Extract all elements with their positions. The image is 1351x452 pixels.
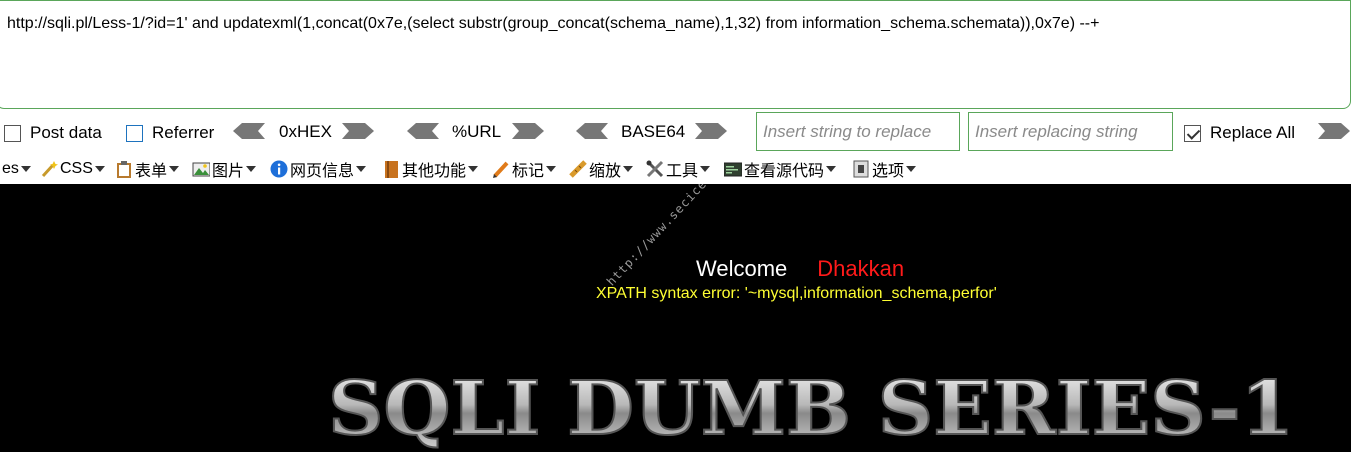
checkbox-icon[interactable] xyxy=(4,124,21,142)
url-textarea[interactable]: http://sqli.pl/Less-1/?id=1' and updatex… xyxy=(0,0,1351,109)
css-label: CSS xyxy=(60,160,93,177)
image-icon xyxy=(192,162,210,177)
title-banner: SQLI DUMB SERIES-1 xyxy=(327,366,1295,452)
clipboard-icon xyxy=(117,161,131,178)
replacing-string-input[interactable]: Insert replacing string xyxy=(968,112,1173,151)
source-code-icon xyxy=(724,162,742,177)
chevron-down-icon xyxy=(700,166,711,172)
images-label: 图片 xyxy=(212,163,245,180)
chevron-down-icon xyxy=(906,166,917,172)
post-data-label: Post data xyxy=(30,123,102,142)
chevron-down-icon xyxy=(468,166,479,172)
referrer-checkbox[interactable]: Referrer xyxy=(126,123,214,143)
replace-string-input[interactable]: Insert string to replace xyxy=(756,112,960,151)
url-encode-arrow-icon[interactable] xyxy=(512,123,544,139)
chevron-down-icon xyxy=(246,166,257,172)
checkbox-icon[interactable] xyxy=(126,124,143,142)
toolbar-view-source-menu[interactable]: 查看源代码 xyxy=(724,158,837,180)
info-icon xyxy=(270,160,288,178)
chevron-down-icon xyxy=(94,166,105,172)
welcome-line: Welcome Dhakkan xyxy=(696,256,904,282)
chevron-down-icon xyxy=(356,166,367,172)
info-label: 网页信息 xyxy=(290,163,355,180)
page-content: http://www.secice Welcome Dhakkan XPATH s… xyxy=(0,184,1351,452)
misc-label: 其他功能 xyxy=(402,163,467,180)
post-data-checkbox[interactable]: Post data xyxy=(4,123,102,143)
referrer-label: Referrer xyxy=(152,123,215,142)
toolbar-misc-menu[interactable]: 其他功能 xyxy=(382,158,479,180)
watermark: http://www.secice xyxy=(604,184,710,289)
url-decode-arrow-icon[interactable] xyxy=(407,123,439,139)
banner-text: SQLI DUMB SERIES-1 xyxy=(328,366,1294,452)
base64-encode-arrow-icon[interactable] xyxy=(695,123,727,139)
view-source-label: 查看源代码 xyxy=(744,163,825,180)
checkbox-checked-icon[interactable] xyxy=(1184,124,1201,142)
pencil-icon xyxy=(493,161,509,178)
toolbar-info-menu[interactable]: 网页信息 xyxy=(270,158,367,180)
toolbar-images-menu[interactable]: 图片 xyxy=(192,158,257,180)
options-icon xyxy=(853,160,869,178)
hex-encode-arrow-icon[interactable] xyxy=(342,123,374,139)
ruler-icon xyxy=(569,160,587,178)
developer-toolbar: es CSS 表单 图片 网页信息 其他功能 标记 缩放 工具 查看源代码 选项 xyxy=(0,154,1351,184)
replace-arrow-icon[interactable] xyxy=(1318,123,1350,139)
chevron-down-icon xyxy=(20,166,31,172)
base64-decode-arrow-icon[interactable] xyxy=(576,123,608,139)
toolbar-resize-menu[interactable]: 缩放 xyxy=(569,158,634,180)
chevron-down-icon xyxy=(169,166,180,172)
chevron-down-icon xyxy=(546,166,557,172)
tools-icon xyxy=(646,160,664,178)
toolbar-options-menu[interactable]: 选项 xyxy=(852,158,917,180)
url-label: %URL xyxy=(452,122,502,141)
toolbar-es-menu[interactable]: es xyxy=(2,158,31,180)
tools-label: 工具 xyxy=(666,163,699,180)
toolbar-tools-menu[interactable]: 工具 xyxy=(646,158,711,180)
replace-all-checkbox[interactable]: Replace All xyxy=(1184,123,1295,143)
welcome-text: Welcome xyxy=(696,256,788,281)
toolbar-forms-menu[interactable]: 表单 xyxy=(115,158,180,180)
outline-label: 标记 xyxy=(512,163,545,180)
hackbar: Post data Referrer 0xHEX %URL BASE64 Ins… xyxy=(0,110,1351,154)
error-message: XPATH syntax error: '~mysql,information_… xyxy=(596,285,997,302)
replace-all-label: Replace All xyxy=(1210,123,1296,142)
notebook-icon xyxy=(385,161,398,178)
user-name: Dhakkan xyxy=(817,256,905,281)
toolbar-css-menu[interactable]: CSS xyxy=(40,158,105,180)
toolbar-outline-menu[interactable]: 标记 xyxy=(492,158,557,180)
forms-label: 表单 xyxy=(135,163,168,180)
resize-label: 缩放 xyxy=(589,163,622,180)
es-label: es xyxy=(2,160,19,177)
hex-decode-arrow-icon[interactable] xyxy=(233,123,265,139)
hex-label: 0xHEX xyxy=(279,122,332,141)
chevron-down-icon xyxy=(623,166,634,172)
options-label: 选项 xyxy=(872,163,905,180)
base64-label: BASE64 xyxy=(621,122,686,141)
chevron-down-icon xyxy=(826,166,837,172)
magic-wand-icon xyxy=(41,161,58,178)
